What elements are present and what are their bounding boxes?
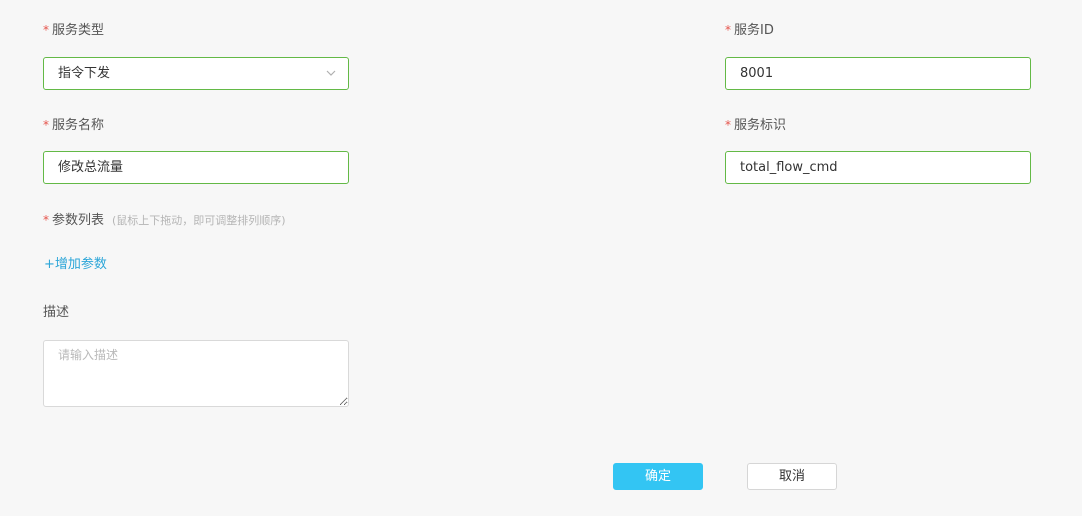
required-mark: * — [43, 213, 49, 227]
service-id-label: * 服务ID — [725, 23, 774, 38]
required-mark: * — [725, 23, 731, 37]
service-id-value: 8001 — [740, 66, 774, 81]
add-param-link[interactable]: +增加参数 — [44, 253, 107, 272]
service-type-select[interactable]: 指令下发 — [43, 57, 349, 90]
service-type-value: 指令下发 — [58, 66, 111, 81]
description-textarea[interactable] — [43, 340, 349, 407]
service-form-page: * 服务类型 指令下发 * 服务ID 8001 * 服务名称 修改总流量 * 服务标识 … — [0, 0, 1082, 516]
confirm-button[interactable]: 确定 — [613, 463, 703, 490]
required-mark: * — [725, 118, 731, 132]
required-mark: * — [43, 118, 49, 132]
service-name-input[interactable]: 修改总流量 — [43, 151, 349, 184]
cancel-button[interactable]: 取消 — [747, 463, 837, 490]
service-type-label: * 服务类型 — [43, 23, 105, 38]
service-name-value: 修改总流量 — [58, 160, 124, 175]
service-identifier-label: * 服务标识 — [725, 118, 787, 133]
service-identifier-value: total_flow_cmd — [740, 160, 838, 175]
service-identifier-input[interactable]: total_flow_cmd — [725, 151, 1031, 184]
chevron-down-icon — [326, 70, 336, 76]
service-name-label: * 服务名称 — [43, 118, 105, 133]
param-list-label: * 参数列表 (鼠标上下拖动，即可调整排列顺序) — [43, 213, 286, 228]
param-list-hint: (鼠标上下拖动，即可调整排列顺序) — [112, 214, 286, 227]
service-id-input[interactable]: 8001 — [725, 57, 1031, 90]
description-label: 描述 — [43, 305, 70, 320]
required-mark: * — [43, 23, 49, 37]
